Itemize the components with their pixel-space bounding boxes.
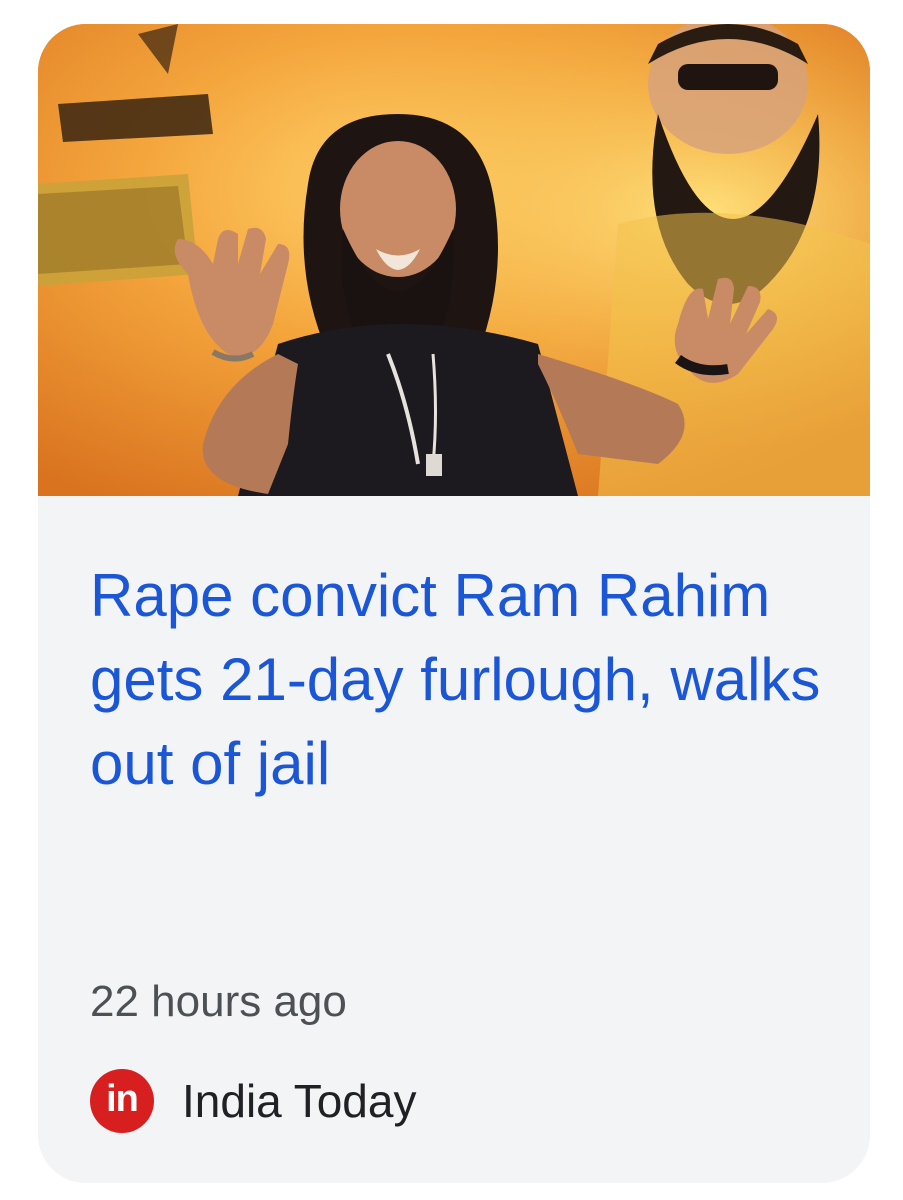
news-headline[interactable]: Rape convict Ram Rahim gets 21-day furlo… — [90, 554, 830, 806]
news-thumbnail[interactable] — [38, 24, 870, 496]
india-today-logo-icon: in — [90, 1069, 154, 1133]
source-name: India Today — [182, 1075, 417, 1127]
timestamp: 22 hours ago — [90, 977, 347, 1026]
thumbnail-illustration — [38, 24, 870, 496]
news-card[interactable]: Rape convict Ram Rahim gets 21-day furlo… — [38, 24, 870, 1183]
news-source[interactable]: in India Today — [90, 1069, 416, 1133]
